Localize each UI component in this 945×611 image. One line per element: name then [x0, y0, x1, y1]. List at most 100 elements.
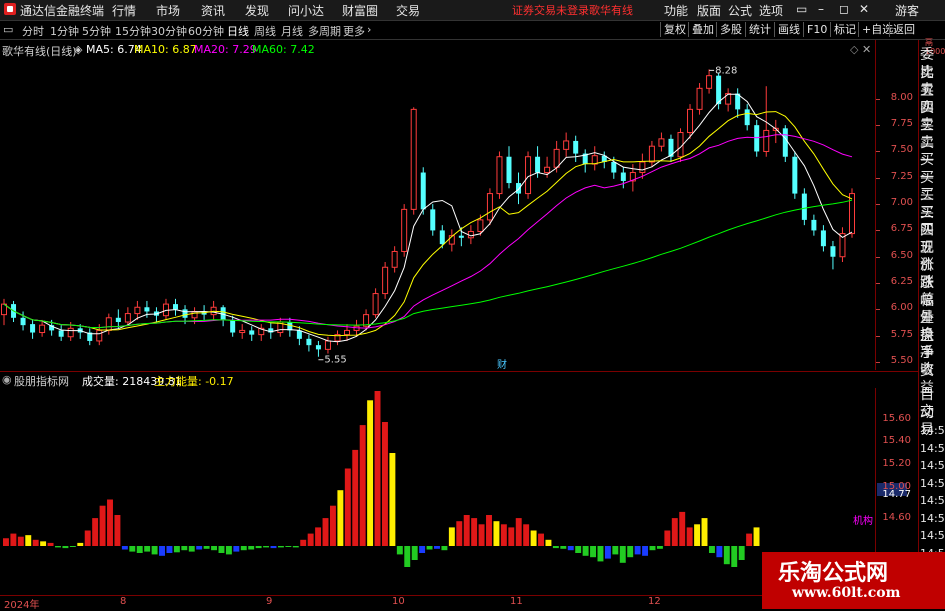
candle-body-down: [611, 162, 617, 173]
tool-mark[interactable]: 标记: [830, 22, 859, 37]
energy-bar-positive: [664, 530, 671, 546]
menu-function[interactable]: 功能: [664, 2, 688, 19]
energy-bar-negative: [225, 546, 232, 555]
close-icon[interactable]: ✕: [859, 2, 869, 16]
menu-quote[interactable]: 行情: [112, 2, 136, 19]
tool-overlay[interactable]: 叠加: [688, 22, 717, 37]
menu-options[interactable]: 选项: [759, 2, 783, 19]
candle-body-down: [792, 156, 798, 194]
period-1min[interactable]: 1分钟: [50, 23, 79, 39]
energy-bar-positive: [515, 518, 522, 546]
window-menu-icon[interactable]: ▭: [796, 2, 807, 16]
period-15min[interactable]: 15分钟: [115, 23, 151, 39]
tool-back[interactable]: 返回: [889, 22, 918, 37]
period-multi[interactable]: 多周期: [308, 23, 341, 39]
energy-bar-positive: [77, 542, 84, 546]
candle-body-down: [182, 309, 188, 318]
period-5min[interactable]: 5分钟: [82, 23, 111, 39]
period-daily[interactable]: 日线: [227, 23, 249, 39]
tool-fuquan[interactable]: 复权: [660, 22, 689, 37]
period-monthly[interactable]: 月线: [281, 23, 303, 39]
menu-fortune[interactable]: 财富圈: [342, 2, 378, 19]
period-60min[interactable]: 60分钟: [188, 23, 224, 39]
price-tick-label: 6.00: [890, 302, 913, 314]
chevron-right-icon[interactable]: ›: [367, 23, 371, 36]
candlestick-chart[interactable]: 8.28 5.55 财: [0, 40, 875, 370]
energy-bar-negative: [240, 546, 247, 551]
energy-bar-positive: [701, 518, 708, 546]
price-tick-label: 6.75: [890, 223, 913, 235]
energy-bar-negative: [434, 546, 440, 549]
energy-bar-negative: [233, 546, 240, 552]
restore-icon[interactable]: ◻: [839, 2, 849, 16]
volume-energy-chart[interactable]: 机构: [0, 388, 875, 595]
indicator-settings-icon[interactable]: ◉: [2, 373, 12, 386]
trade-time-value: 14:56: [920, 476, 945, 490]
energy-bar-positive: [40, 541, 47, 546]
candle-body-down: [230, 319, 236, 333]
login-notice[interactable]: 证券交易未登录: [512, 2, 589, 18]
menu-trade[interactable]: 交易: [396, 2, 420, 19]
energy-bar-negative: [218, 546, 225, 553]
tool-f10[interactable]: F10: [803, 22, 830, 37]
energy-bar-negative: [642, 546, 649, 556]
energy-bar-positive: [367, 400, 374, 546]
candle-body-down: [754, 125, 760, 152]
menu-layout[interactable]: 版面: [697, 2, 721, 19]
period-30min[interactable]: 30分钟: [151, 23, 187, 39]
energy-bar-positive: [448, 527, 455, 546]
energy-bar-positive: [508, 527, 515, 546]
energy-bar-negative: [69, 546, 76, 547]
panel-divider[interactable]: [0, 371, 918, 372]
price-tick-label: 5.75: [890, 328, 913, 340]
panel-toggle-icon[interactable]: ▭: [3, 23, 13, 36]
minimize-icon[interactable]: –: [818, 2, 824, 16]
period-more[interactable]: 更多: [343, 23, 365, 39]
energy-bar-negative: [181, 546, 188, 551]
watermark-title: 乐淘公式网: [778, 560, 889, 586]
candle-body-down: [20, 317, 26, 326]
menu-formula[interactable]: 公式: [728, 2, 752, 19]
price-tick-mark: [876, 230, 880, 232]
menu-news[interactable]: 资讯: [201, 2, 225, 19]
energy-bar-negative: [649, 546, 656, 551]
candle-body-down: [306, 338, 312, 346]
energy-bar-negative: [597, 546, 604, 562]
energy-bar-positive: [679, 511, 686, 546]
energy-bar-negative: [292, 546, 299, 548]
energy-bar-positive: [486, 515, 492, 546]
tool-multistock[interactable]: 多股: [716, 22, 745, 37]
energy-bar-positive: [10, 533, 17, 546]
energy-bar-negative: [612, 546, 619, 555]
candle-body-up: [544, 166, 551, 174]
menu-market[interactable]: 市场: [156, 2, 180, 19]
energy-bar-negative: [731, 546, 738, 567]
energy-bar-positive: [545, 539, 552, 546]
guest-label[interactable]: 游客: [895, 2, 919, 19]
menu-wenxiaoda[interactable]: 问小达: [288, 2, 324, 19]
tool-stats[interactable]: 统计: [745, 22, 774, 37]
energy-bar-positive: [17, 536, 24, 546]
energy-bar-positive: [99, 505, 106, 546]
energy-bar-positive: [329, 505, 336, 546]
energy-bar-negative: [196, 546, 203, 550]
energy-bar-negative: [270, 546, 277, 549]
energy-bar-negative: [129, 546, 136, 552]
candle-body-down: [30, 324, 36, 333]
energy-bar-negative: [619, 546, 626, 563]
energy-bar-negative: [62, 546, 69, 549]
energy-bar-positive: [337, 490, 344, 546]
candle-body-up: [496, 156, 503, 195]
candle-body-down: [782, 128, 788, 157]
energy-bar-negative: [738, 546, 745, 560]
candle-body-down: [439, 230, 445, 245]
period-fenshi[interactable]: 分时: [22, 23, 44, 39]
tool-draw[interactable]: 画线: [774, 22, 803, 37]
energy-bar-negative: [263, 546, 270, 548]
period-weekly[interactable]: 周线: [254, 23, 276, 39]
current-indicator-value: 14.77: [882, 489, 911, 500]
price-tick-label: 7.25: [890, 170, 913, 182]
candle-body-up: [486, 193, 493, 221]
menu-discover[interactable]: 发现: [245, 2, 269, 19]
candle-body-up: [525, 156, 532, 195]
